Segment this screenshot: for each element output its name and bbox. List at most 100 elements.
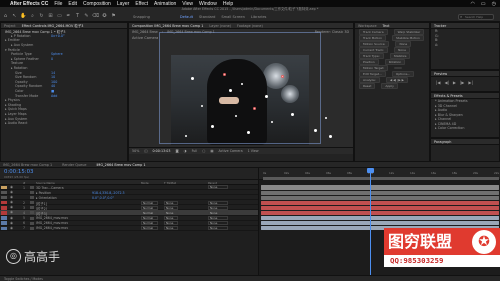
zoom-tool-icon[interactable]: ⌕ <box>29 13 36 20</box>
puppet-tool-icon[interactable]: ⚑ <box>110 13 117 20</box>
blend-mode-dropdown[interactable]: Normal <box>141 215 158 220</box>
wifi-icon[interactable]: ◠ <box>471 1 475 7</box>
menu-composition[interactable]: Composition <box>83 1 111 7</box>
brush-tool-icon[interactable]: ✎ <box>83 13 90 20</box>
tracker-button[interactable] <box>394 67 403 69</box>
transparency-grid-icon[interactable]: ▦ <box>210 149 213 153</box>
layer-property-value[interactable]: 918.4,330.8,-2072.3 <box>92 191 125 195</box>
viewer-timecode[interactable]: 0:00:13:03 <box>152 149 170 153</box>
time-ruler[interactable]: 0s02s04s06s08s10s12s14s16s18s20s22s <box>259 168 500 180</box>
property-value[interactable]: ■ <box>51 89 54 93</box>
tracker-button[interactable]: Rotation <box>384 59 406 65</box>
menu-edit[interactable]: Edit <box>68 1 77 7</box>
tab-text[interactable]: Text <box>383 24 390 28</box>
property-value[interactable]: 0 <box>51 57 53 61</box>
visibility-eye-icon[interactable]: ◉ <box>10 185 13 189</box>
blend-mode-dropdown[interactable]: Normal <box>141 205 158 210</box>
tab-timeline-active[interactable]: IMG_2664 Brew mov Comp 1 <box>96 163 145 167</box>
eraser-tool-icon[interactable]: ⌫ <box>92 13 99 20</box>
property-value[interactable]: Add <box>51 94 57 98</box>
property-value[interactable]: 10 <box>51 75 55 79</box>
clock-icon[interactable]: ◷ <box>492 1 496 7</box>
visibility-eye-icon[interactable]: ◉ <box>10 190 13 194</box>
first-frame-icon[interactable]: |◀ <box>436 80 440 85</box>
camera-icon[interactable]: ◙ <box>175 149 178 153</box>
battery-icon[interactable]: ▭ <box>481 1 486 7</box>
layer-duration-bar[interactable] <box>261 216 499 221</box>
home-tool-icon[interactable]: ⌂ <box>2 13 9 20</box>
breadcrumb-item[interactable]: IMG_2664 Brew <box>132 30 158 34</box>
layer-duration-bar[interactable] <box>261 210 499 216</box>
parent-dropdown[interactable]: None <box>208 205 228 210</box>
track-matte-dropdown[interactable]: None <box>164 215 178 220</box>
visibility-eye-icon[interactable]: ◉ <box>10 210 13 214</box>
menu-view[interactable]: View <box>182 1 193 7</box>
visibility-eye-icon[interactable]: ◉ <box>10 205 13 209</box>
track-matte-dropdown[interactable]: None <box>164 210 178 215</box>
workspace-default[interactable]: Default <box>180 15 193 19</box>
parent-dropdown[interactable]: None <box>208 210 228 215</box>
parent-dropdown[interactable]: None <box>208 185 228 190</box>
views-layout-dropdown[interactable]: 1 View <box>248 149 259 153</box>
visibility-eye-icon[interactable]: ◉ <box>10 200 13 204</box>
playhead-handle[interactable] <box>367 168 374 173</box>
visibility-eye-icon[interactable]: ◉ <box>10 226 13 230</box>
effect-property-row[interactable]: ▸ Audio React <box>1 121 127 126</box>
tracker-button[interactable]: Reset <box>359 83 376 89</box>
tab-info[interactable]: Tracker <box>434 24 446 28</box>
tab-preview[interactable]: Preview <box>434 72 447 76</box>
visibility-eye-icon[interactable]: ◉ <box>10 195 13 199</box>
track-matte-dropdown[interactable]: None <box>164 205 178 210</box>
camera-snapshot-icon[interactable]: ◫ <box>144 149 147 153</box>
track-matte-dropdown[interactable]: None <box>164 226 178 231</box>
layer-name[interactable]: IMG_2664_mov.mov <box>36 226 106 230</box>
tab-timeline-comp[interactable]: IMG_2664 Brew mov Comp 1 <box>3 163 52 167</box>
roto-brush-tool-icon[interactable]: ✪ <box>101 13 108 20</box>
app-name-menu[interactable]: After Effects CC <box>10 1 48 7</box>
pen-tool-icon[interactable]: ✒ <box>65 13 72 20</box>
property-value[interactable]: Sphere <box>51 52 63 56</box>
property-value[interactable]: 14 <box>51 71 55 75</box>
layer-duration-bar[interactable] <box>261 200 499 205</box>
effects-category-item[interactable]: ▸ Color Correction <box>431 126 499 131</box>
region-of-interest-icon[interactable]: ▢ <box>202 149 205 153</box>
zoom-dropdown[interactable]: 50% <box>132 149 139 153</box>
resolution-dropdown[interactable]: Full <box>192 149 198 153</box>
toggle-switches-modes[interactable]: Toggle Switches / Modes <box>0 275 500 281</box>
tab-footage[interactable]: Footage (none) <box>237 24 263 28</box>
track-matte-dropdown[interactable]: None <box>164 200 178 205</box>
blend-mode-dropdown[interactable]: Normal <box>141 200 158 205</box>
tab-effects-presets[interactable]: Effects & Presets <box>434 94 463 98</box>
layer-duration-bar[interactable] <box>261 205 499 210</box>
tab-composition[interactable]: Composition IMG_2664 Brew mov Comp 1 <box>132 24 203 28</box>
work-area-bar[interactable] <box>263 177 499 180</box>
tab-project[interactable]: Project <box>4 24 16 28</box>
parent-dropdown[interactable]: None <box>208 221 228 226</box>
layer-duration-bar[interactable] <box>261 221 499 226</box>
workspace-standard[interactable]: Standard <box>199 15 215 19</box>
parent-dropdown[interactable]: None <box>208 200 228 205</box>
next-frame-icon[interactable]: |▶ <box>460 80 464 85</box>
tab-workspace[interactable]: Workspace <box>358 24 377 28</box>
last-frame-icon[interactable]: ▶| <box>468 80 472 85</box>
tab-paragraph[interactable]: Paragraph <box>434 140 451 144</box>
snapping-toggle[interactable]: Snapping <box>133 15 150 19</box>
menu-file[interactable]: File <box>54 1 62 7</box>
selection-tool-icon[interactable]: ↖ <box>11 13 18 20</box>
blend-mode-dropdown[interactable]: Normal <box>141 221 158 226</box>
layer-name[interactable]: IMG_2664_mov.mov <box>36 221 106 225</box>
color-channel-icon[interactable]: ◑ <box>184 149 187 153</box>
col-source-name[interactable]: Source Name <box>36 181 55 185</box>
parent-dropdown[interactable]: None <box>208 226 228 231</box>
menu-effect[interactable]: Effect <box>135 1 148 7</box>
property-value[interactable]: 40 <box>51 84 55 88</box>
layer-duration-bar[interactable] <box>261 195 499 200</box>
anchor-tool-icon[interactable]: ⊞ <box>47 13 54 20</box>
layer-name[interactable]: 3D Trac...Camera <box>36 186 106 190</box>
blend-mode-dropdown[interactable]: Normal <box>141 210 158 215</box>
layer-property-value[interactable]: 0.0°,0.0°,0.0° <box>92 196 114 200</box>
visibility-eye-icon[interactable]: ◉ <box>10 221 13 225</box>
search-help-input[interactable]: Search Help <box>458 13 494 20</box>
track-matte-dropdown[interactable]: None <box>164 221 178 226</box>
parent-dropdown[interactable]: None <box>208 215 228 220</box>
